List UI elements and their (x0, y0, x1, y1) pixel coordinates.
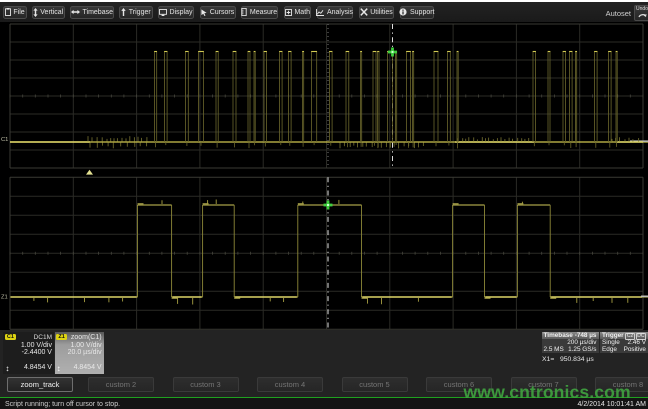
svg-text:C1: C1 (1, 137, 8, 143)
svg-text:Z1: Z1 (1, 295, 8, 301)
